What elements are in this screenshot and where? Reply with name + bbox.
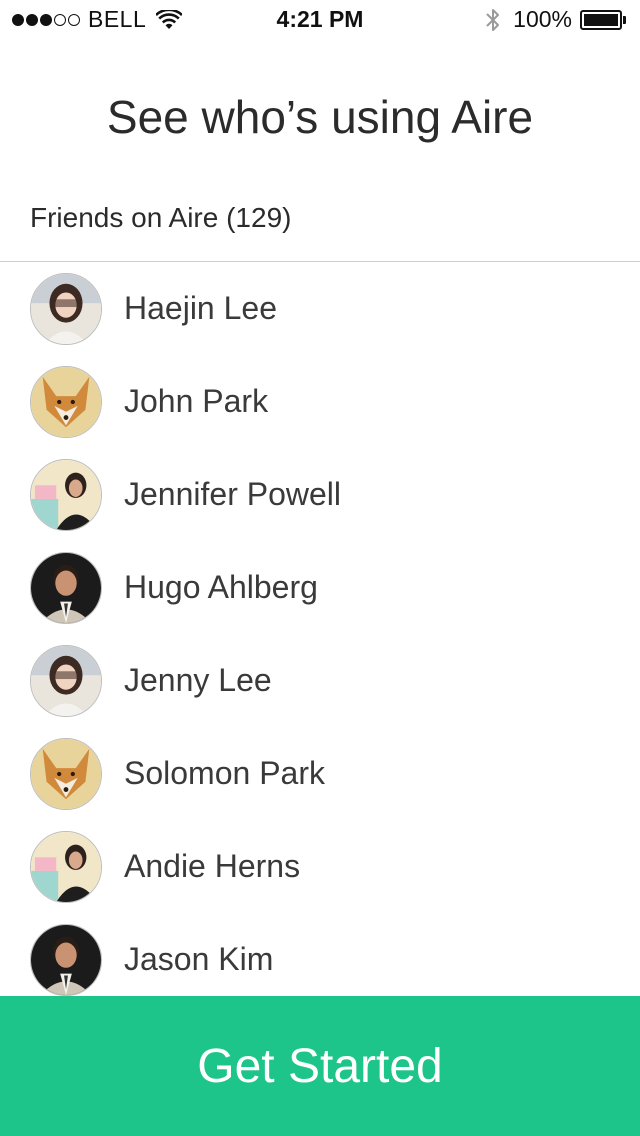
woman-portrait-avatar	[30, 458, 102, 531]
friend-list: Haejin Lee John Park Jennifer Powell Hug…	[0, 262, 640, 1006]
friend-list-item[interactable]: Jason Kim	[0, 913, 640, 1006]
friend-list-item[interactable]: Jennifer Powell	[0, 448, 640, 541]
battery-icon	[580, 9, 628, 30]
friend-name: Solomon Park	[124, 755, 325, 791]
fox-avatar	[30, 737, 102, 810]
man-portrait-avatar	[30, 923, 102, 996]
friend-list-item[interactable]: Solomon Park	[0, 727, 640, 820]
fox-avatar	[30, 365, 102, 438]
friend-list-item[interactable]: Andie Herns	[0, 820, 640, 913]
friend-name: Haejin Lee	[124, 290, 277, 326]
friends-count-header: Friends on Aire (129)	[30, 202, 292, 233]
status-right: 100%	[485, 6, 628, 33]
page-title: See who’s using Aire	[106, 91, 534, 143]
friend-list-item[interactable]: Jenny Lee	[0, 634, 640, 727]
woman-portrait-avatar	[30, 830, 102, 903]
friend-name: Jason Kim	[124, 941, 274, 977]
friend-list-item[interactable]: John Park	[0, 355, 640, 448]
friend-name: Andie Herns	[124, 848, 301, 884]
friend-name: John Park	[124, 383, 269, 419]
get-started-button[interactable]: Get Started	[0, 996, 640, 1136]
friend-name: Jennifer Powell	[124, 476, 341, 512]
woman-portrait-avatar	[30, 272, 102, 345]
battery-percent: 100%	[513, 6, 572, 32]
bluetooth-icon	[486, 8, 500, 31]
friend-name: Hugo Ahlberg	[124, 569, 318, 605]
friend-name: Jenny Lee	[124, 662, 272, 698]
woman-portrait-avatar	[30, 644, 102, 717]
status-bar: BELL 4:21 PM 100%	[0, 0, 640, 40]
friend-list-item[interactable]: Hugo Ahlberg	[0, 541, 640, 634]
man-portrait-avatar	[30, 551, 102, 624]
friend-list-item[interactable]: Haejin Lee	[0, 262, 640, 355]
